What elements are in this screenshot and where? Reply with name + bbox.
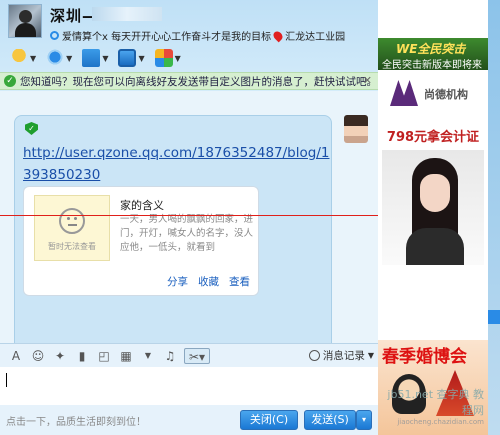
ad-price-text[interactable]: 798元拿会计证 bbox=[378, 126, 488, 145]
signature-text: 爱情算个x 每天开开心心工作奋斗才是我的目标 bbox=[62, 32, 272, 43]
card-title: 家的含义 bbox=[120, 199, 164, 212]
chevron-down-icon[interactable]: ▼ bbox=[66, 54, 72, 63]
logo-mark-icon bbox=[390, 80, 418, 106]
face-eye-left bbox=[67, 217, 70, 220]
game-ad-subtitle: 全民突击新版本即将来 bbox=[382, 60, 482, 71]
watermark-url: jiaocheng.chazidian.com bbox=[397, 418, 484, 426]
qzone-icon[interactable] bbox=[50, 31, 59, 40]
apps-icon bbox=[154, 49, 173, 67]
clock-icon bbox=[308, 350, 320, 361]
chevron-down-icon: ▼ bbox=[367, 351, 374, 360]
chevron-down-icon[interactable]: ▼ bbox=[140, 348, 156, 364]
chat-toolbar: ▼ ▼ ▼ ▼ ▼ bbox=[2, 44, 378, 72]
chevron-down-icon[interactable]: ▼ bbox=[102, 54, 108, 63]
image-icon[interactable]: ▦ bbox=[118, 348, 134, 364]
sad-face-icon bbox=[59, 208, 85, 234]
nickname-blurred bbox=[92, 7, 162, 21]
close-button[interactable]: 关闭(C) bbox=[240, 410, 298, 430]
close-notice-icon[interactable]: ✕ bbox=[363, 74, 372, 87]
emoji-icon[interactable]: ☺ bbox=[30, 348, 46, 364]
title-bar: 深圳—— 爱情算个x 每天开开心心工作奋斗才是我的目标 汇龙达工业园 bbox=[0, 0, 378, 44]
security-check-icon: ✓ bbox=[25, 122, 38, 135]
game-ad[interactable]: WE全民突击 全民突击新版本即将来 bbox=[378, 38, 488, 71]
video-clip-icon[interactable]: ▮ bbox=[74, 348, 90, 364]
favorite-link[interactable]: 收藏 bbox=[198, 274, 219, 289]
photo-face bbox=[420, 174, 450, 212]
music-icon[interactable]: ♫ bbox=[162, 348, 178, 364]
avatar-body bbox=[15, 23, 36, 37]
blog-link[interactable]: http://user.qzone.qq.com/1876352487/blog… bbox=[23, 142, 333, 186]
send-options-button[interactable]: ▾ bbox=[356, 410, 372, 430]
game-ad-title: WE全民突击 bbox=[396, 42, 466, 56]
notice-text: 您知道吗？现在您可以向离线好友发送带自定义图片的消息了，赶快试试吧。 bbox=[20, 75, 377, 88]
card-description: 一天，男人喝的飘飘的回家，进门，开灯，喊女人的名字，没人应他，一低头，就看到 bbox=[120, 214, 254, 253]
preview-image-caption: 暂时无法查看 bbox=[48, 242, 96, 251]
view-link[interactable]: 查看 bbox=[229, 274, 250, 289]
avatar-head bbox=[19, 10, 32, 23]
watermark-text: jb51.net 查字典 教程网 bbox=[387, 388, 484, 417]
sender-avatar[interactable] bbox=[344, 115, 368, 143]
site-watermark: jb51.net 查字典 教程网 jiaocheng.chazidian.com bbox=[378, 386, 488, 426]
signature-row: 爱情算个x 每天开开心心工作奋斗才是我的目标 汇龙达工业园 bbox=[50, 28, 345, 43]
text-caret bbox=[6, 373, 7, 387]
chevron-down-icon[interactable]: ▼ bbox=[175, 54, 181, 63]
send-button[interactable]: 发送(S) bbox=[304, 410, 356, 430]
contact-avatar[interactable] bbox=[8, 4, 42, 38]
face-mouth bbox=[68, 224, 77, 226]
chat-history[interactable]: ✓ http://user.qzone.qq.com/1876352487/bl… bbox=[0, 91, 378, 391]
remote-desktop-icon bbox=[118, 49, 137, 67]
side-strip bbox=[488, 0, 500, 435]
magic-wand-icon[interactable]: ✦ bbox=[52, 348, 68, 364]
promo-status-text[interactable]: 点击一下，品质生活即刻到位！ bbox=[6, 413, 146, 428]
edit-toolbar: A ☺ ✦ ▮ ◰ ▦ ▼ ♫ ✂▾ 消息记录 ▼ bbox=[0, 343, 378, 367]
check-icon: ✓ bbox=[4, 75, 16, 87]
wedding-ad-title: 春季婚博会 bbox=[382, 347, 467, 367]
logo-text: 尚德机构 bbox=[424, 88, 468, 101]
face-eye-right bbox=[74, 217, 77, 220]
bottom-bar: 点击一下，品质生活即刻到位！ 关闭(C) 发送(S) ▾ bbox=[0, 405, 378, 435]
apps-button[interactable]: ▼ bbox=[153, 46, 183, 70]
chevron-down-icon[interactable]: ▼ bbox=[30, 54, 36, 63]
chevron-down-icon[interactable]: ▼ bbox=[138, 54, 144, 63]
education-ad-logo[interactable]: 尚德机构 bbox=[378, 74, 488, 114]
photo-shirt bbox=[406, 228, 464, 265]
font-icon[interactable]: A bbox=[8, 348, 24, 364]
share-link[interactable]: 分享 bbox=[167, 274, 188, 289]
scissors-icon[interactable]: ✂▾ bbox=[184, 347, 210, 364]
file-transfer-icon bbox=[82, 49, 101, 67]
location-pin-icon bbox=[271, 29, 285, 42]
chat-window: 深圳—— 爱情算个x 每天开开心心工作奋斗才是我的目标 汇龙达工业园 ▢ — ✕… bbox=[0, 0, 500, 435]
history-label: 消息记录 bbox=[322, 350, 365, 362]
video-camera-icon bbox=[46, 49, 65, 67]
microphone-icon bbox=[10, 49, 28, 67]
ad-model-photo[interactable] bbox=[382, 150, 484, 265]
card-actions: 分享 收藏 查看 bbox=[167, 274, 250, 289]
nickname-text: 深圳 bbox=[50, 7, 83, 25]
file-transfer-button[interactable]: ▼ bbox=[80, 46, 110, 70]
offline-image-notice: ✓ 您知道吗？现在您可以向离线好友发送带自定义图片的消息了，赶快试试吧。 ✕ bbox=[0, 72, 378, 90]
remote-desktop-button[interactable]: ▼ bbox=[116, 46, 146, 70]
voice-call-button[interactable]: ▼ bbox=[8, 46, 38, 70]
link-preview-card[interactable]: 暂时无法查看 家的含义 一天，男人喝的飘飘的回家，进门，开灯，喊女人的名字，没人… bbox=[23, 186, 259, 296]
side-tab[interactable] bbox=[488, 310, 500, 324]
location-text: 汇龙达工业园 bbox=[285, 32, 346, 43]
screenshot-icon[interactable]: ◰ bbox=[96, 348, 112, 364]
video-call-button[interactable]: ▼ bbox=[44, 46, 74, 70]
message-input[interactable] bbox=[0, 367, 378, 405]
ad-panel: WE全民突击 全民突击新版本即将来 尚德机构 798元拿会计证 春季婚博会 jb… bbox=[378, 0, 488, 435]
preview-image: 暂时无法查看 bbox=[34, 195, 110, 261]
message-history-button[interactable]: 消息记录 ▼ bbox=[308, 348, 374, 363]
